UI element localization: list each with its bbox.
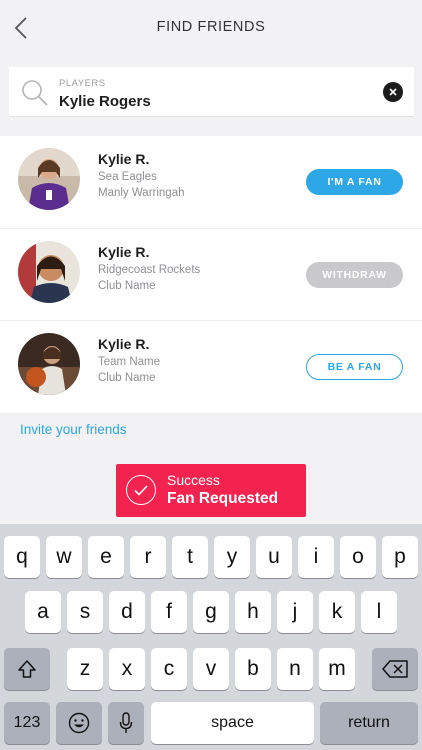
key-e[interactable]: e xyxy=(88,536,124,578)
key-q[interactable]: q xyxy=(4,536,40,578)
key-y[interactable]: y xyxy=(214,536,250,578)
list-item[interactable]: Kylie R. Sea Eagles Manly Warringah I'M … xyxy=(0,136,422,229)
be-a-fan-button[interactable]: BE A FAN xyxy=(306,354,403,380)
key-r[interactable]: r xyxy=(130,536,166,578)
toast-title: Success xyxy=(167,472,220,488)
search-label: PLAYERS xyxy=(59,78,106,89)
shift-icon xyxy=(18,660,36,678)
key-m[interactable]: m xyxy=(319,648,355,690)
key-t[interactable]: t xyxy=(172,536,208,578)
player-team: Sea Eagles xyxy=(98,171,157,183)
key-n[interactable]: n xyxy=(277,648,313,690)
search-box[interactable]: PLAYERS xyxy=(9,67,414,117)
player-team: Ridgecoast Rockets xyxy=(98,263,201,276)
page-title: FIND FRIENDS xyxy=(156,19,266,35)
checkmark-icon xyxy=(126,475,156,505)
im-a-fan-button[interactable]: I'M A FAN xyxy=(306,169,403,195)
player-club: Club Name xyxy=(98,279,156,292)
key-h[interactable]: h xyxy=(235,591,271,633)
key-w[interactable]: w xyxy=(46,536,82,578)
shift-key[interactable] xyxy=(4,648,50,690)
avatar xyxy=(18,148,80,210)
player-list: Kylie R. Sea Eagles Manly Warringah I'M … xyxy=(0,136,422,414)
player-club: Club Name xyxy=(98,372,156,384)
key-x[interactable]: x xyxy=(109,648,145,690)
key-l[interactable]: l xyxy=(361,591,397,633)
withdraw-button[interactable]: WITHDRAW xyxy=(306,261,403,288)
list-item[interactable]: Kylie R. Team Name Club Name BE A FAN xyxy=(0,321,422,414)
dictation-key[interactable] xyxy=(108,702,144,744)
close-icon xyxy=(389,88,397,96)
player-name: Kylie R. xyxy=(98,151,150,167)
avatar xyxy=(18,333,80,395)
numbers-key[interactable]: 123 xyxy=(4,702,50,744)
player-team: Team Name xyxy=(98,356,160,368)
key-g[interactable]: g xyxy=(193,591,229,633)
key-p[interactable]: p xyxy=(382,536,418,578)
emoji-key[interactable] xyxy=(56,702,102,744)
player-club: Manly Warringah xyxy=(98,187,185,199)
microphone-icon xyxy=(119,712,133,733)
space-key[interactable]: space xyxy=(151,702,314,744)
key-c[interactable]: c xyxy=(151,648,187,690)
key-k[interactable]: k xyxy=(319,591,355,633)
key-s[interactable]: s xyxy=(67,591,103,633)
key-o[interactable]: o xyxy=(340,536,376,578)
clear-search-button[interactable] xyxy=(383,82,403,102)
toast-message: Fan Requested xyxy=(167,490,279,507)
key-u[interactable]: u xyxy=(256,536,292,578)
player-name: Kylie R. xyxy=(98,243,150,260)
search-icon xyxy=(22,80,48,106)
key-f[interactable]: f xyxy=(151,591,187,633)
key-d[interactable]: d xyxy=(109,591,145,633)
avatar xyxy=(18,240,80,303)
list-item[interactable]: Kylie R. Ridgecoast Rockets Club Name WI… xyxy=(0,229,422,321)
success-toast: Success Fan Requested xyxy=(116,464,306,517)
key-b[interactable]: b xyxy=(235,648,271,690)
search-input[interactable] xyxy=(59,93,359,110)
delete-key[interactable] xyxy=(372,648,418,690)
player-name: Kylie R. xyxy=(98,336,150,352)
backspace-icon xyxy=(382,660,408,678)
emoji-icon xyxy=(68,712,90,734)
nav-header: FIND FRIENDS xyxy=(0,0,422,58)
invite-friends-link[interactable]: Invite your friends xyxy=(20,422,127,437)
key-a[interactable]: a xyxy=(25,591,61,633)
on-screen-keyboard: q w e r t y u i o p a s d f g h j k l z … xyxy=(0,524,422,750)
key-j[interactable]: j xyxy=(277,591,313,633)
key-z[interactable]: z xyxy=(67,648,103,690)
key-i[interactable]: i xyxy=(298,536,334,578)
key-v[interactable]: v xyxy=(193,648,229,690)
return-key[interactable]: return xyxy=(320,702,418,744)
